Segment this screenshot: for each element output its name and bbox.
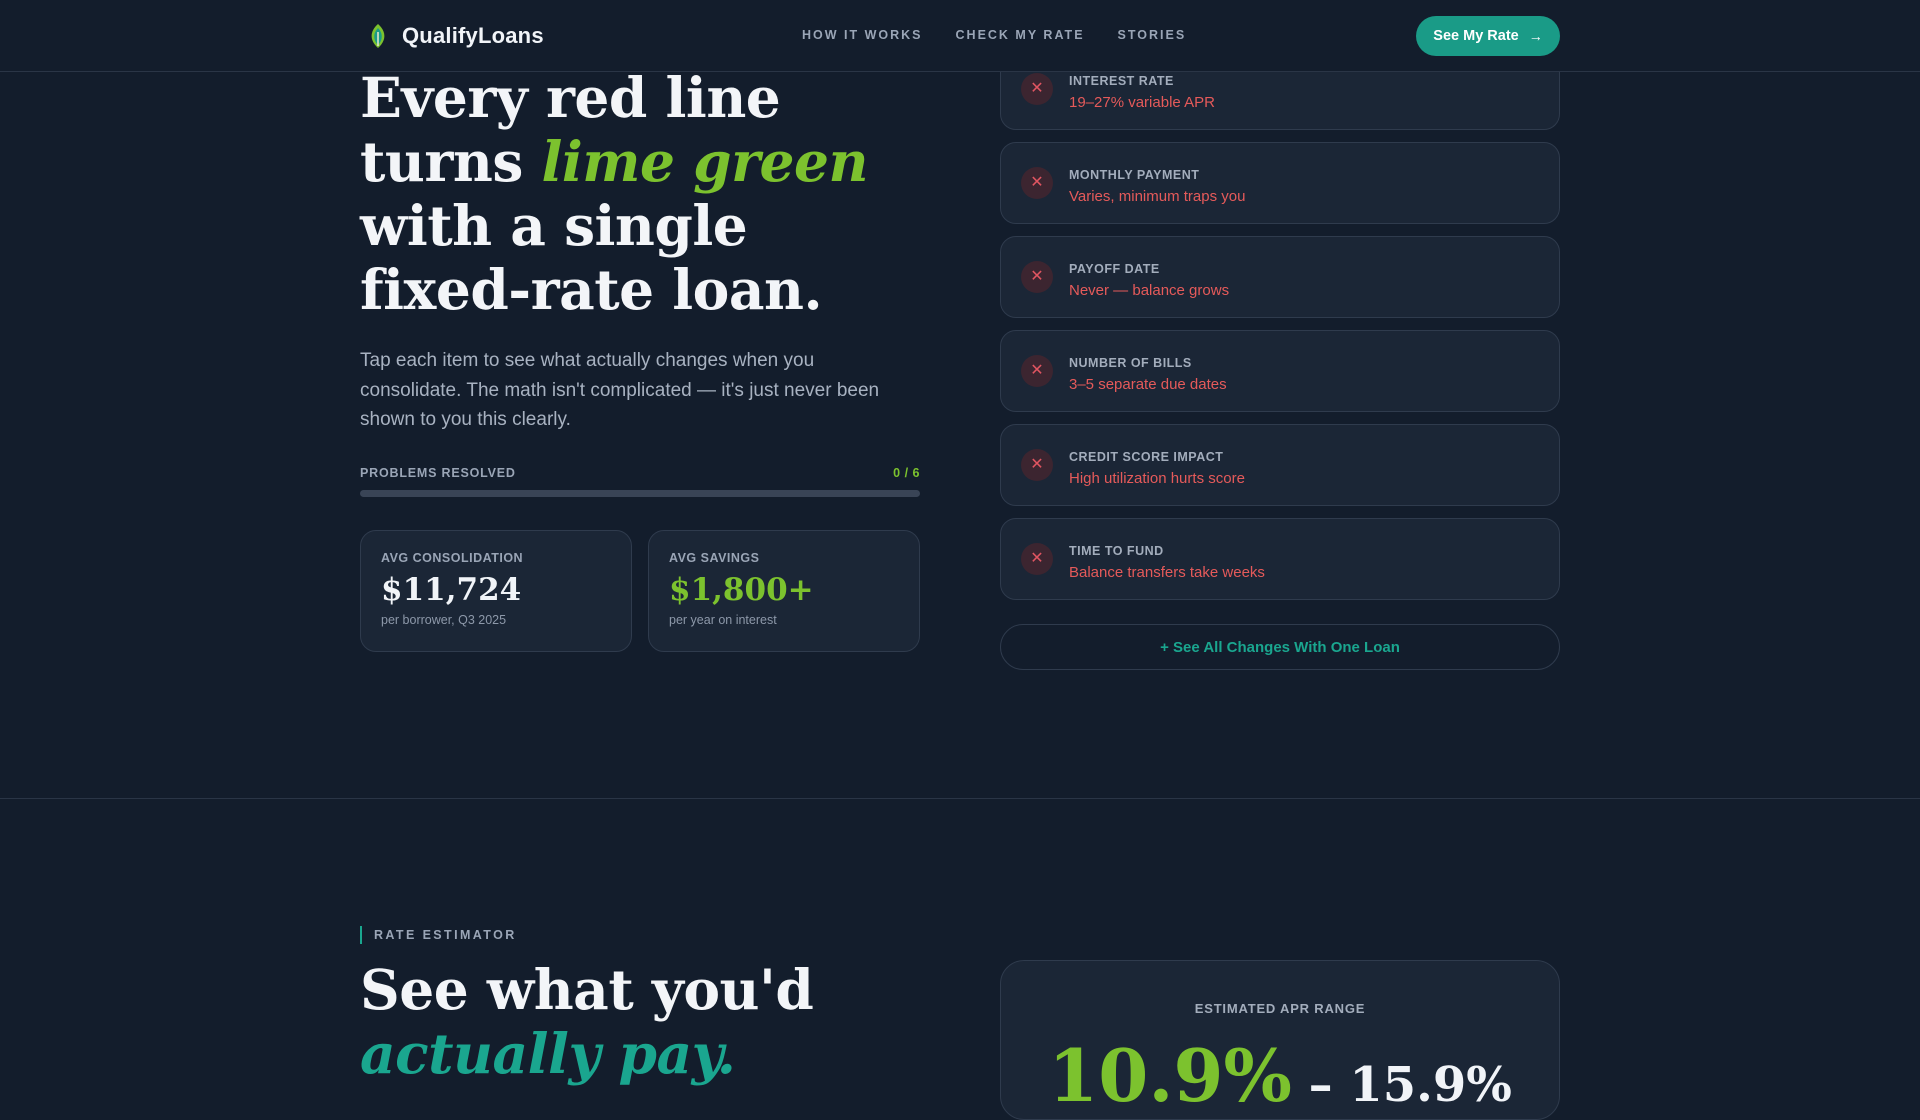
close-x-icon: ✕ xyxy=(1021,449,1053,481)
estimator-title-part1: See what you'd xyxy=(360,957,814,1022)
problem-item-monthly-payment[interactable]: ✕ MONTHLY PAYMENT Varies, minimum traps … xyxy=(1000,142,1560,224)
problem-item-number-of-bills[interactable]: ✕ NUMBER OF BILLS 3–5 separate due dates xyxy=(1000,330,1560,412)
problem-desc: Balance transfers take weeks xyxy=(1069,564,1265,581)
apr-low: 10.9% xyxy=(1048,1033,1292,1118)
nav-link-how-it-works[interactable]: HOW IT WORKS xyxy=(802,28,923,42)
estimator-title-highlight: actually pay. xyxy=(360,1021,736,1086)
stat-card-consolidation: AVG CONSOLIDATION $11,724 per borrower, … xyxy=(360,530,632,652)
see-all-changes-button[interactable]: + See All Changes With One Loan xyxy=(1000,624,1560,670)
problem-title: PAYOFF DATE xyxy=(1069,262,1160,276)
problem-title: CREDIT SCORE IMPACT xyxy=(1069,450,1224,464)
stat-label: AVG SAVINGS xyxy=(669,551,760,565)
apr-range-value: 10.9% – 15.9% xyxy=(1001,1033,1559,1118)
problem-title: NUMBER OF BILLS xyxy=(1069,356,1192,370)
close-x-icon: ✕ xyxy=(1021,167,1053,199)
hero-title: Every red line turns lime green with a s… xyxy=(360,66,920,322)
brand-name: QualifyLoans xyxy=(402,23,544,48)
close-x-icon: ✕ xyxy=(1021,73,1053,105)
problem-item-time-to-fund[interactable]: ✕ TIME TO FUND Balance transfers take we… xyxy=(1000,518,1560,600)
progress-label: PROBLEMS RESOLVED xyxy=(360,466,516,480)
nav-link-stories[interactable]: STORIES xyxy=(1118,28,1187,42)
apr-range-card: ESTIMATED APR RANGE 10.9% – 15.9% xyxy=(1000,960,1560,1120)
see-my-rate-button[interactable]: See My Rate → xyxy=(1416,16,1560,56)
close-x-icon: ✕ xyxy=(1021,261,1053,293)
nav-link-check-my-rate[interactable]: CHECK MY RATE xyxy=(956,28,1085,42)
stat-value: $11,724 xyxy=(381,572,522,608)
leaf-logo-icon xyxy=(371,24,385,48)
problem-desc: Varies, minimum traps you xyxy=(1069,188,1246,205)
problem-item-payoff-date[interactable]: ✕ PAYOFF DATE Never — balance grows xyxy=(1000,236,1560,318)
nav-links: HOW IT WORKS CHECK MY RATE STORIES xyxy=(802,28,1186,42)
apr-high: 15.9% xyxy=(1349,1057,1512,1113)
apr-range-label: ESTIMATED APR RANGE xyxy=(1194,1001,1366,1016)
problem-desc: High utilization hurts score xyxy=(1069,470,1245,487)
arrow-right-icon: → xyxy=(1528,28,1543,44)
problem-desc: Never — balance grows xyxy=(1069,282,1230,299)
estimator-title: See what you'd actually pay. xyxy=(360,958,920,1086)
hero-title-part2: with a single fixed-rate loan. xyxy=(360,193,823,322)
stat-note: per year on interest xyxy=(669,613,777,627)
stat-value: $1,800+ xyxy=(669,572,814,608)
stat-note: per borrower, Q3 2025 xyxy=(381,613,507,627)
hero-title-highlight: lime green xyxy=(541,129,869,194)
close-x-icon: ✕ xyxy=(1021,543,1053,575)
apr-separator: – xyxy=(1291,1057,1350,1113)
problem-item-credit-score-impact[interactable]: ✕ CREDIT SCORE IMPACT High utilization h… xyxy=(1000,424,1560,506)
section-eyebrow: RATE ESTIMATOR xyxy=(360,926,517,944)
progress-bar xyxy=(360,490,920,497)
top-nav: QualifyLoans HOW IT WORKS CHECK MY RATE … xyxy=(0,0,1920,72)
section-divider xyxy=(0,798,1920,799)
hero-subtitle: Tap each item to see what actually chang… xyxy=(360,350,880,430)
see-my-rate-label: See My Rate xyxy=(1433,28,1519,44)
close-x-icon: ✕ xyxy=(1021,355,1053,387)
problem-desc: 3–5 separate due dates xyxy=(1069,376,1227,393)
problem-title: MONTHLY PAYMENT xyxy=(1069,168,1200,182)
progress-count: 0 / 6 xyxy=(893,466,920,480)
stat-card-savings: AVG SAVINGS $1,800+ per year on interest xyxy=(648,530,920,652)
problem-title: TIME TO FUND xyxy=(1069,544,1164,558)
brand[interactable]: QualifyLoans xyxy=(366,22,544,50)
problem-desc: 19–27% variable APR xyxy=(1069,94,1215,111)
problem-title: INTEREST RATE xyxy=(1069,74,1174,88)
stat-label: AVG CONSOLIDATION xyxy=(381,551,524,565)
